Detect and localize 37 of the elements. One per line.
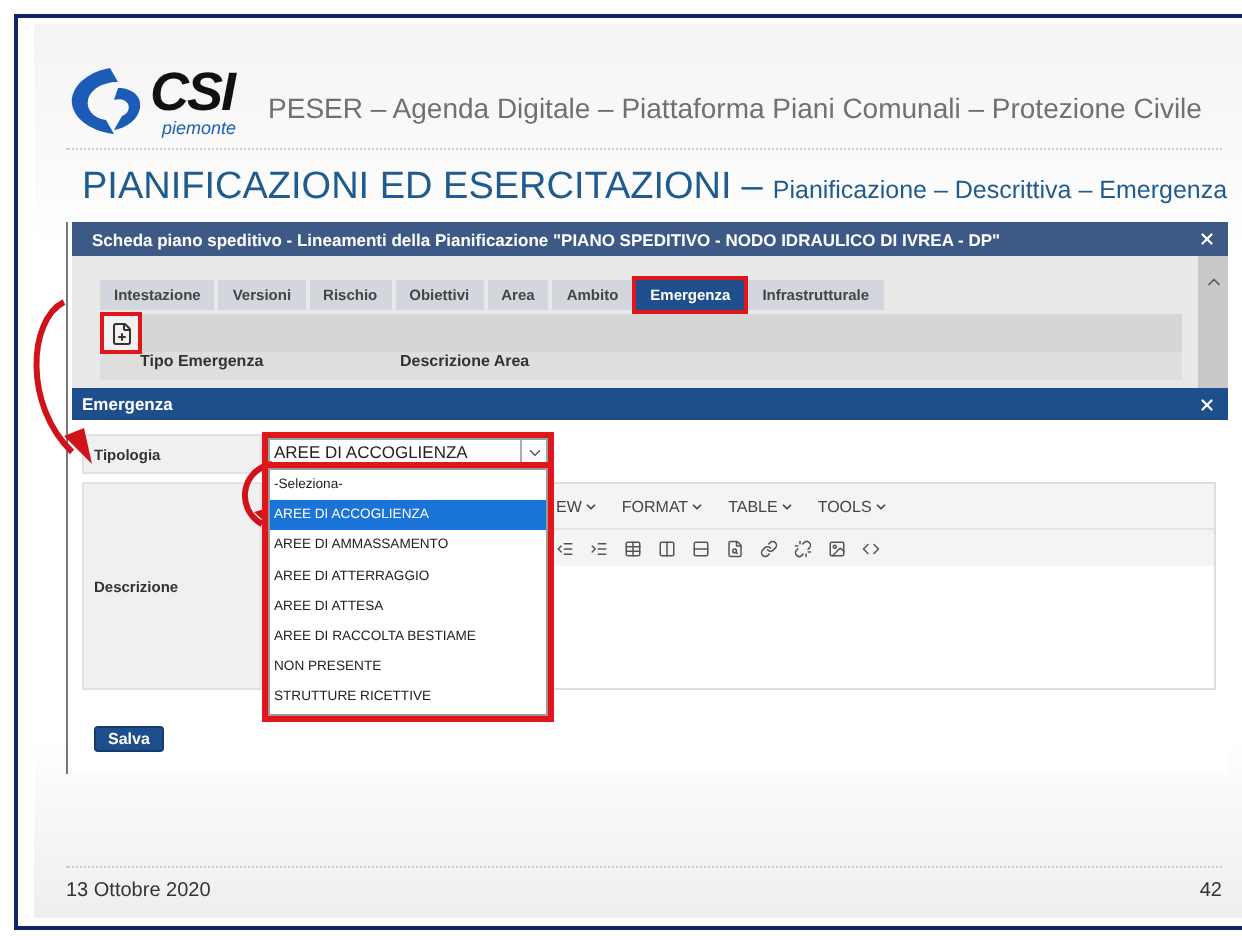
window-title: Scheda piano speditivo - Lineamenti della Pianificazione "PIANO SPEDITIVO - NODO IDRAULICO DI IVREA - DP"	[92, 229, 1001, 249]
indent-icon[interactable]	[590, 539, 608, 557]
logo-swoosh-icon	[66, 64, 146, 140]
footer-date: 13 Ottobre 2020	[66, 880, 211, 902]
column-icon[interactable]	[658, 539, 676, 557]
document-plus-icon	[109, 321, 133, 345]
unlink-icon[interactable]	[794, 539, 812, 557]
row-icon[interactable]	[692, 539, 710, 557]
outdent-icon[interactable]	[556, 539, 574, 557]
link-icon[interactable]	[760, 539, 778, 557]
page-number: 42	[1199, 880, 1222, 902]
header-title: PESER – Agenda Digitale – Piattaforma Piani Comunali – Protezione Civile	[268, 92, 1202, 128]
caret-icon	[873, 499, 888, 513]
editor-menu[interactable]: TOOLS	[817, 497, 888, 515]
editor-menu[interactable]: TABLE	[728, 497, 794, 515]
close-icon[interactable]	[1198, 230, 1216, 248]
logo-text: CSI	[150, 66, 237, 120]
image-icon[interactable]	[828, 539, 846, 557]
save-button[interactable]: Salva	[94, 726, 164, 752]
caret-icon	[690, 499, 705, 513]
page-subtitle: Pianificazione – Descrittiva – Emergenza	[772, 176, 1228, 204]
add-document-button[interactable]	[104, 316, 138, 350]
column-header: Descrizione Area	[400, 352, 532, 374]
code-icon[interactable]	[862, 539, 880, 557]
title-separator: –	[741, 166, 763, 210]
caret-icon	[779, 499, 794, 513]
caret-icon	[583, 499, 598, 513]
dialog-title: Emergenza	[82, 394, 173, 414]
column-header: Tipo Emergenza	[140, 352, 266, 374]
document-search-icon[interactable]	[726, 539, 744, 557]
scrollbar[interactable]	[1198, 256, 1228, 388]
editor-menu[interactable]: EW	[556, 497, 598, 515]
logo-subtext: piemonte	[162, 120, 237, 138]
page-title: PIANIFICAZIONI ED ESERCITAZIONI	[82, 166, 732, 210]
editor-menu[interactable]: FORMAT	[621, 497, 705, 515]
table-icon[interactable]	[624, 539, 642, 557]
close-icon[interactable]	[1198, 395, 1216, 413]
